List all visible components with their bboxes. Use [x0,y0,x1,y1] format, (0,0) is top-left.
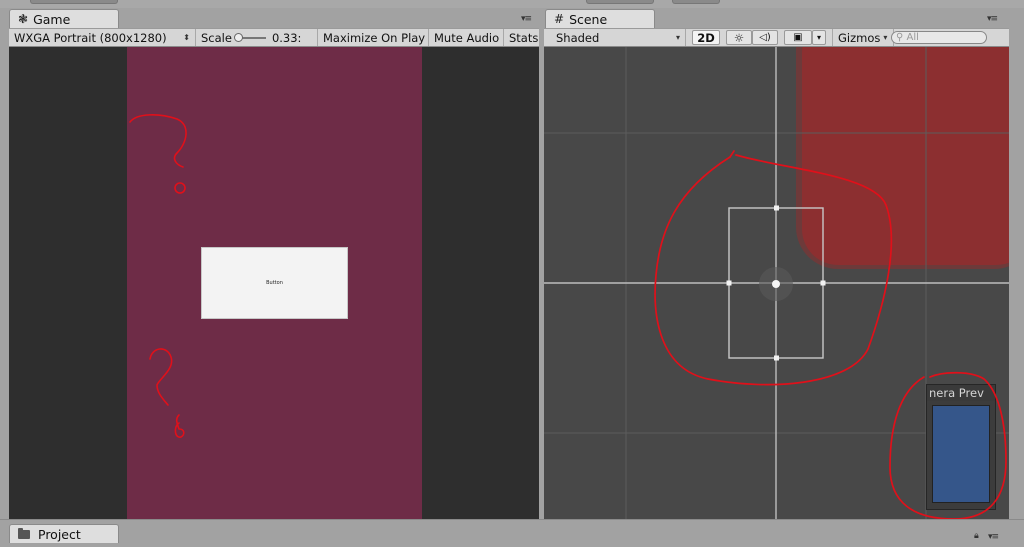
pivot-gizmo[interactable] [772,280,780,288]
search-placeholder: All [906,32,919,43]
search-icon: ⚲ [896,32,904,43]
sun-icon: ☼ [733,30,745,45]
shading-mode-label: Shaded [556,30,600,45]
gizmos-dropdown[interactable]: Gizmos ▾ [832,29,894,46]
image-icon: ▣ [793,32,803,43]
audio-toggle[interactable]: ◁) [752,30,778,45]
mode-2d-label: 2D [697,30,715,45]
maximize-on-play-label: Maximize On Play [323,30,426,45]
scale-value: 0.33: [271,30,302,45]
tab-scene-label: Scene [569,11,608,27]
panel-menu-icon[interactable]: ▾≡ [988,532,999,542]
dropdown-arrow-icon: ▾ [675,33,680,42]
search-input[interactable]: ⚲ All [891,31,987,44]
tab-scene[interactable]: # Scene [545,9,655,28]
stats-label: Stats [509,30,539,45]
maximize-on-play-button[interactable]: Maximize On Play [318,29,429,46]
mute-audio-label: Mute Audio [434,30,500,45]
panel-menu-icon[interactable]: ▾≡ [521,14,532,24]
scene-view[interactable]: nera Prev [544,47,1009,519]
dropdown-arrow-icon: ▾ [883,33,888,42]
camera-preview: nera Prev [926,384,996,510]
effects-toggle[interactable]: ▣ [784,30,812,45]
lock-icon[interactable]: 🔒︎ [974,531,979,541]
camera-preview-image [932,405,990,503]
tab-game[interactable]: ❃ Game [9,9,119,28]
grid-icon: # [554,11,565,26]
game-view[interactable]: Button [9,47,539,519]
mute-audio-button[interactable]: Mute Audio [429,29,504,46]
game-ui-button[interactable]: Button [201,247,348,319]
lighting-toggle[interactable]: ☼ [726,30,752,45]
game-ui-button-label: Button [266,280,283,286]
red-sprite [802,47,1009,265]
tab-game-label: Game [33,11,71,27]
scale-slider[interactable] [234,32,266,42]
mode-2d-toggle[interactable]: 2D [692,30,720,45]
unity-logo-icon: ❃ [18,11,29,26]
circle-annotation [729,150,735,158]
game-canvas: Button [127,47,422,519]
top-strip [0,0,1024,8]
tab-project-label: Project [38,526,81,542]
gizmos-label: Gizmos [838,30,881,45]
camera-preview-title: nera Prev [927,385,995,401]
stats-button[interactable]: Stats [504,29,539,46]
shading-mode-dropdown[interactable]: Shaded ▾ [544,29,686,46]
panel-menu-icon[interactable]: ▾≡ [987,14,998,24]
hidden-tab-stub[interactable] [672,0,720,4]
tab-project[interactable]: Project [9,524,119,543]
hidden-tab-stub[interactable] [586,0,654,4]
game-toolbar: WXGA Portrait (800x1280) ⬍ Scale 0.33: M… [9,28,539,47]
speaker-icon: ◁) [759,32,771,43]
bottom-panel-bar [0,519,1024,547]
hidden-tab-stub[interactable] [30,0,118,4]
dropdown-arrow-icon: ▾ [816,33,821,42]
resolution-label: WXGA Portrait (800x1280) [14,30,167,45]
scale-control: Scale 0.33: [196,29,318,46]
scale-label: Scale [201,30,232,45]
folder-icon [18,527,30,539]
scale-slider-knob[interactable] [234,32,244,42]
resolution-dropdown[interactable]: WXGA Portrait (800x1280) ⬍ [9,29,196,46]
effects-dropdown[interactable]: ▾ [812,30,826,45]
scene-toolbar: Shaded ▾ 2D ☼ ◁) ▣ ▾ Gizmos ▾ ⚲ All [544,28,1009,47]
updown-arrow-icon: ⬍ [183,33,190,42]
